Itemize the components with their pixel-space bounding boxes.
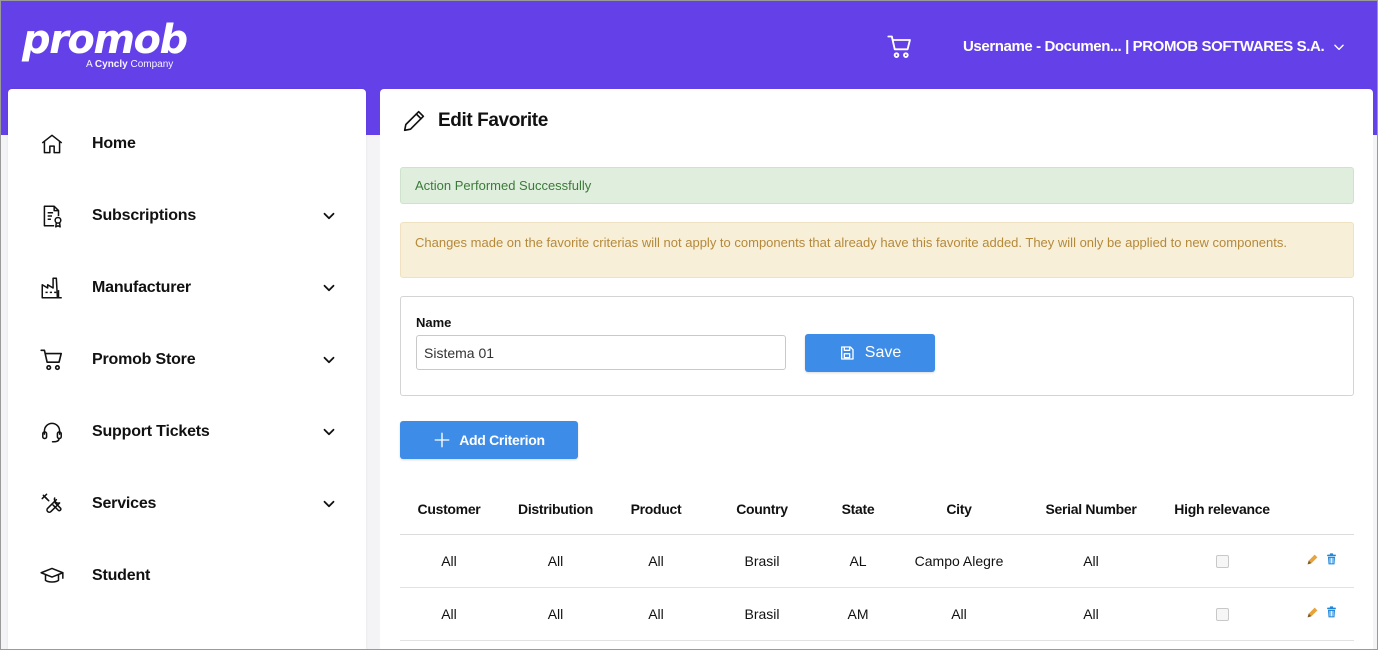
logo-tagline: A Cyncly Company [86, 59, 173, 70]
high-relevance-checkbox[interactable] [1215, 608, 1229, 622]
edit-pencil-icon[interactable] [1306, 606, 1319, 619]
column-header[interactable]: Product [613, 484, 699, 535]
trash-icon[interactable] [1325, 552, 1338, 566]
success-alert: Action Performed Successfully [400, 167, 1354, 204]
table-cell: AM [825, 587, 891, 641]
cart-icon [38, 346, 66, 374]
favorite-form: Name Save [400, 296, 1354, 396]
column-header-actions [1289, 484, 1354, 535]
subscription-icon [38, 202, 66, 230]
sidebar-item-label: Manufacturer [92, 279, 191, 296]
main-panel: Edit Favorite Action Performed Successfu… [380, 89, 1373, 650]
logo-tagline-suffix: Company [130, 59, 174, 70]
chevron-down-icon [323, 212, 335, 220]
save-button[interactable]: Save [805, 334, 935, 372]
sidebar-item-subscriptions[interactable]: Subscriptions [8, 191, 366, 241]
column-header[interactable]: Customer [400, 484, 498, 535]
table-header-row: Customer Distribution Product Country St… [400, 484, 1354, 535]
sidebar-item-promob-store[interactable]: Promob Store [8, 335, 366, 385]
add-criterion-label: Add Criterion [459, 432, 545, 448]
table-cell: All [891, 587, 1027, 641]
chevron-down-icon [323, 500, 335, 508]
logo-tagline-brand: Cyncly [94, 59, 128, 70]
floppy-disk-icon [840, 346, 854, 360]
column-header[interactable]: Country [699, 484, 825, 535]
chevron-down-icon [323, 284, 335, 292]
high-relevance-checkbox[interactable] [1215, 555, 1229, 569]
table-row: All All All Brasil AM All All [400, 587, 1354, 641]
table-cell: All [613, 534, 699, 588]
sidebar-item-label: Home [92, 135, 136, 152]
table-cell: All [400, 587, 498, 641]
save-button-label: Save [864, 344, 902, 361]
page-title: Edit Favorite [400, 107, 548, 135]
name-input[interactable] [416, 335, 786, 370]
table-cell: All [1027, 534, 1155, 588]
table-row: All All All Brasil AL Campo Alegre All [400, 534, 1354, 588]
chevron-down-icon [1334, 44, 1345, 50]
header-cart-icon[interactable] [886, 33, 914, 61]
logo-wordmark: promob [22, 17, 188, 63]
high-relevance-cell [1155, 587, 1289, 641]
plus-icon [434, 432, 450, 448]
table-cell: All [498, 587, 613, 641]
sidebar-item-support-tickets[interactable]: Support Tickets [8, 407, 366, 457]
high-relevance-cell [1155, 534, 1289, 588]
user-account-label: Username - Documen... | PROMOB SOFTWARES… [963, 38, 1325, 55]
column-header[interactable]: High relevance [1155, 484, 1289, 535]
sidebar-item-label: Support Tickets [92, 423, 210, 440]
edit-pencil-icon[interactable] [1306, 553, 1319, 566]
chevron-down-icon [323, 356, 335, 364]
table-cell: All [400, 534, 498, 588]
actions-cell [1289, 534, 1354, 588]
table-cell: AL [825, 534, 891, 588]
actions-cell [1289, 587, 1354, 641]
headset-icon [38, 418, 66, 446]
page-title-text: Edit Favorite [438, 110, 548, 131]
criteria-table: Customer Distribution Product Country St… [400, 484, 1354, 641]
column-header[interactable]: City [891, 484, 1027, 535]
table-cell: Brasil [699, 587, 825, 641]
sidebar-item-label: Subscriptions [92, 207, 197, 224]
add-criterion-button[interactable]: Add Criterion [400, 421, 578, 459]
table-cell: All [498, 534, 613, 588]
factory-icon [38, 274, 66, 302]
home-icon [38, 130, 66, 158]
pencil-icon [403, 110, 425, 132]
logo-tagline-prefix: A [86, 59, 93, 70]
sidebar-item-label: Services [92, 495, 157, 512]
table-cell: All [1027, 587, 1155, 641]
table-cell: All [613, 587, 699, 641]
promob-logo[interactable]: promob A Cyncly Company [22, 17, 188, 70]
sidebar-nav: Home Subscriptions Manufacturer Promob S… [8, 89, 366, 650]
column-header[interactable]: Serial Number [1027, 484, 1155, 535]
sidebar-item-home[interactable]: Home [8, 119, 366, 169]
chevron-down-icon [323, 428, 335, 436]
trash-icon[interactable] [1325, 605, 1338, 619]
warning-alert: Changes made on the favorite criterias w… [400, 222, 1354, 278]
table-cell: Campo Alegre [891, 534, 1027, 588]
user-account-menu[interactable]: Username - Documen... | PROMOB SOFTWARES… [963, 38, 1346, 55]
graduation-cap-icon [38, 562, 66, 590]
name-label: Name [416, 315, 452, 330]
table-cell: Brasil [699, 534, 825, 588]
sidebar-item-student[interactable]: Student [8, 551, 366, 601]
sidebar-item-label: Student [92, 567, 151, 584]
column-header[interactable]: State [825, 484, 891, 535]
sidebar-item-label: Promob Store [92, 351, 196, 368]
column-header[interactable]: Distribution [498, 484, 613, 535]
tools-icon [38, 490, 66, 518]
sidebar-item-manufacturer[interactable]: Manufacturer [8, 263, 366, 313]
sidebar-item-services[interactable]: Services [8, 479, 366, 529]
